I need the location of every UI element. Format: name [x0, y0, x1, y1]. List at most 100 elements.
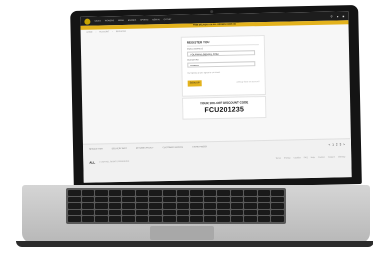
- laptop-base-edge: [16, 241, 373, 247]
- keyboard-key: [257, 216, 271, 222]
- keyboard-key: [217, 190, 230, 196]
- keyboard-key: [190, 209, 203, 216]
- keyboard-key: [135, 209, 149, 216]
- legal-link[interactable]: Contact: [318, 157, 325, 159]
- pager-page[interactable]: 2: [336, 142, 338, 146]
- keyboard-key: [176, 216, 190, 222]
- legal-link[interactable]: Careers: [328, 157, 335, 159]
- keyboard-key: [230, 203, 244, 209]
- legal-link[interactable]: FAQ: [304, 157, 308, 159]
- keyboard-key: [108, 209, 122, 216]
- keyboard-key: [122, 196, 135, 203]
- keyboard-key: [271, 190, 284, 196]
- keyboard-key: [108, 203, 122, 209]
- login-link[interactable]: Already have an account?: [237, 81, 260, 83]
- keyboard-key: [203, 216, 217, 222]
- keyboard-key: [108, 196, 122, 203]
- keyboard-key: [135, 216, 149, 222]
- breadcrumb-separator: ›: [112, 31, 113, 34]
- keyboard-key: [176, 196, 190, 203]
- webcam-icon: [210, 10, 214, 14]
- keyboard-key: [244, 216, 257, 222]
- breadcrumb-account[interactable]: ACCOUNT: [99, 31, 109, 33]
- keyboard-key: [135, 190, 149, 196]
- keyboard-key: [203, 209, 217, 216]
- pager-page[interactable]: 3: [340, 142, 342, 146]
- nav-link-mens[interactable]: MENS: [118, 19, 124, 21]
- keyboard-key: [230, 196, 244, 203]
- footer-link[interactable]: DELIVERY INFO: [112, 148, 127, 150]
- nav-link-womens[interactable]: WOMENS: [105, 20, 114, 22]
- keyboard-key: [95, 196, 108, 203]
- register-form: REGISTER YOU EMAIL ADDRESS YOURMAIL@EMAI…: [180, 34, 266, 97]
- legal-link[interactable]: Privacy: [284, 157, 291, 159]
- sign-up-button[interactable]: SIGN UP: [187, 80, 202, 87]
- footer-logo[interactable]: ALL: [89, 161, 95, 165]
- laptop-screen: SALES WOMENS MENS BRANDS SPORTS NEW IN O…: [80, 11, 352, 183]
- keyboard-key: [122, 209, 135, 216]
- nav-link-brands[interactable]: BRANDS: [128, 19, 136, 21]
- keyboard-key: [81, 190, 95, 196]
- footer-link[interactable]: NEWSLETTER: [89, 148, 103, 150]
- keyboard-key: [257, 203, 271, 209]
- keyboard-key: [203, 190, 217, 196]
- keyboard-key: [162, 209, 176, 216]
- keyboard-key: [217, 196, 230, 203]
- keyboard-key: [190, 216, 203, 222]
- search-icon[interactable]: ⚲: [330, 14, 332, 18]
- password-field[interactable]: ••••••••••: [187, 61, 256, 68]
- laptop-lid: SALES WOMENS MENS BRANDS SPORTS NEW IN O…: [70, 5, 362, 190]
- discount-code-box: YOUR 10% OFF DISCOUNT CODE FCU201235: [181, 95, 267, 120]
- keyboard-key: [162, 203, 176, 209]
- keyboard-key: [190, 203, 203, 209]
- legal-links: Terms Privacy Cookies FAQ Help Contact C…: [276, 156, 346, 159]
- keyboard-key: [271, 203, 284, 209]
- nav-link-outlet[interactable]: OUTLET: [164, 18, 172, 20]
- keyboard-key: [230, 209, 244, 216]
- legal-link[interactable]: Terms: [276, 158, 281, 160]
- keyboard-key: [244, 203, 257, 209]
- email-field[interactable]: YOURMAIL@EMAIL.COM: [187, 50, 256, 57]
- keyboard-key: [230, 190, 244, 196]
- footer-link[interactable]: CUSTOMER SERVICE: [162, 147, 183, 149]
- breadcrumb-home[interactable]: HOME: [87, 32, 93, 34]
- legal-link[interactable]: Cookies: [294, 157, 301, 159]
- keyboard-key: [81, 196, 95, 203]
- keyboard-key: [95, 190, 108, 196]
- pager-next[interactable]: >: [343, 142, 345, 146]
- keyboard-key: [122, 203, 135, 209]
- keyboard-key: [81, 209, 95, 216]
- pager-page[interactable]: 1: [332, 143, 334, 147]
- bag-icon[interactable]: ■: [342, 14, 344, 18]
- legal-link[interactable]: Help: [311, 157, 315, 159]
- nav-link-sports[interactable]: SPORTS: [140, 19, 148, 21]
- discount-code: FCU201235: [204, 106, 245, 115]
- pager: < 1 2 3 >: [328, 142, 345, 146]
- account-icon[interactable]: ●: [337, 14, 339, 18]
- keyboard-key: [108, 216, 122, 222]
- keyboard-key: [149, 216, 162, 222]
- keyboard-key: [217, 216, 230, 222]
- nav-link-new-in[interactable]: NEW IN: [152, 19, 159, 21]
- terms-note: By signing up you agree to our terms: [187, 71, 221, 75]
- pager-prev[interactable]: <: [328, 143, 330, 147]
- keyboard-key: [95, 209, 108, 216]
- keyboard-key: [271, 216, 284, 222]
- copyright-text: © 2024 ALL RIGHTS RESERVED: [99, 160, 130, 164]
- keyboard-key: [135, 203, 149, 209]
- breadcrumb-register: REGISTER: [115, 30, 127, 34]
- keyboard-key: [257, 209, 271, 216]
- keyboard-key: [176, 190, 190, 196]
- keyboard-key: [108, 190, 122, 196]
- legal-link[interactable]: Sitemap: [338, 156, 345, 158]
- keyboard-key: [149, 209, 162, 216]
- footer-link[interactable]: STORE FINDER: [192, 146, 207, 148]
- footer-link[interactable]: RETURNS POLICY: [136, 147, 154, 149]
- divider: [186, 44, 259, 47]
- keyboard-key: [149, 190, 162, 196]
- keyboard-key: [176, 209, 190, 216]
- keyboard-key: [162, 196, 176, 203]
- nav-link-sales[interactable]: SALES: [94, 20, 100, 22]
- keyboard-key: [68, 190, 81, 196]
- site-logo[interactable]: [84, 18, 91, 25]
